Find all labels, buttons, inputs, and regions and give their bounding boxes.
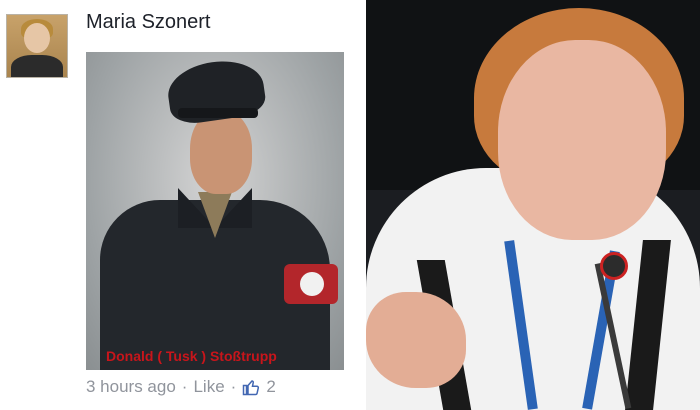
hand-graphic xyxy=(366,292,466,388)
face-graphic-right xyxy=(498,40,666,240)
thumbs-up-icon[interactable] xyxy=(242,378,260,396)
post-photo[interactable]: Donald ( Tusk ) Stoßtrupp xyxy=(86,52,344,370)
author-name[interactable]: Maria Szonert xyxy=(86,11,211,34)
facebook-post: Maria Szonert Donald ( Tusk ) Stoßtrupp … xyxy=(0,0,366,410)
avatar-face xyxy=(24,23,50,53)
avatar-body xyxy=(11,55,63,77)
microphone-icon xyxy=(600,252,628,280)
like-count[interactable]: 2 xyxy=(266,377,275,397)
speaker-photo xyxy=(366,0,700,410)
photo-caption: Donald ( Tusk ) Stoßtrupp xyxy=(106,348,277,364)
like-button[interactable]: Like xyxy=(193,377,224,397)
meta-separator: · xyxy=(181,377,188,396)
avatar[interactable] xyxy=(6,14,68,78)
armband-emblem xyxy=(300,272,324,296)
cap-band-graphic xyxy=(178,108,258,118)
post-timestamp[interactable]: 3 hours ago xyxy=(86,377,176,397)
post-meta: 3 hours ago · Like · 2 xyxy=(86,376,276,398)
meta-separator-2: · xyxy=(230,377,237,396)
